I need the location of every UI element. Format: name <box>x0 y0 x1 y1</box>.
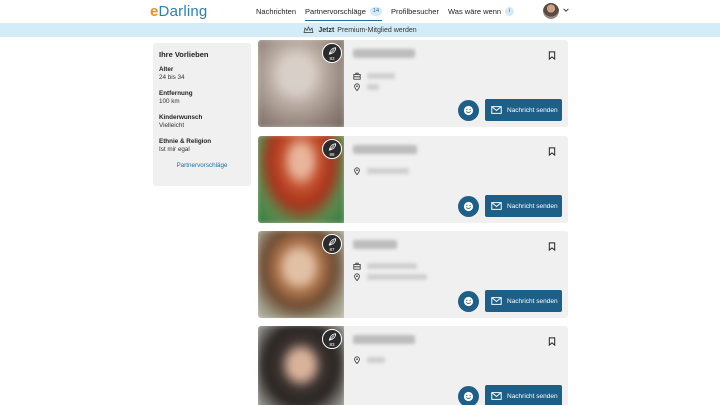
pref-label-children: Kinderwunsch <box>159 114 203 121</box>
envelope-icon <box>491 106 502 114</box>
send-message-button[interactable]: Nachricht senden <box>485 290 562 312</box>
edarling-logo[interactable]: eDarling <box>150 3 207 20</box>
bookmark-icon[interactable] <box>548 242 556 251</box>
leaf-icon <box>328 333 337 341</box>
send-smile-button[interactable] <box>458 291 479 312</box>
send-smile-button[interactable] <box>458 196 479 217</box>
send-message-button[interactable]: Nachricht senden <box>485 385 562 405</box>
send-smile-button[interactable] <box>458 386 479 405</box>
smiley-icon <box>463 391 474 402</box>
pref-label-age: Alter <box>159 66 174 73</box>
job-blurred <box>367 263 417 269</box>
match-score: 87 <box>322 234 342 254</box>
name-age-blurred <box>353 335 415 344</box>
leaf-icon <box>328 143 337 151</box>
pref-value-age: 24 bis 34 <box>159 74 185 81</box>
bookmark-icon[interactable] <box>548 147 556 156</box>
envelope-icon <box>491 392 502 400</box>
location-blurred <box>367 84 379 90</box>
location-blurred <box>367 357 385 363</box>
pref-label-distance: Entfernung <box>159 90 193 97</box>
info-badge: i <box>505 7 515 16</box>
location-pin-icon <box>354 167 360 175</box>
nav-partner-suggestions[interactable]: Partnervorschläge 14 <box>305 0 383 23</box>
location-blurred <box>367 168 409 174</box>
partner-suggestions-link[interactable]: Partnervorschläge <box>159 162 245 169</box>
smiley-icon <box>463 201 474 212</box>
premium-banner[interactable]: Jetzt Premium-Mitglied werden <box>0 23 720 37</box>
name-age-blurred <box>353 145 417 154</box>
location-pin-icon <box>354 356 360 364</box>
profile-card[interactable]: 88 Nachricht senden <box>258 136 568 223</box>
smiley-icon <box>463 296 474 307</box>
profile-card[interactable]: 83 Nachricht senden <box>258 40 568 127</box>
name-age-blurred <box>353 240 397 249</box>
briefcase-icon <box>353 262 361 270</box>
briefcase-icon <box>353 72 361 80</box>
send-message-button[interactable]: Nachricht senden <box>485 195 562 217</box>
location-pin-icon <box>354 273 360 281</box>
smiley-icon <box>463 105 474 116</box>
user-avatar[interactable] <box>543 3 559 19</box>
pref-label-ethnicity: Ethnie & Religion <box>159 138 212 145</box>
envelope-icon <box>491 297 502 305</box>
profile-card[interactable]: 83 Nachricht senden <box>258 326 568 405</box>
send-smile-button[interactable] <box>458 100 479 121</box>
bookmark-icon[interactable] <box>548 337 556 346</box>
pref-value-distance: 100 km <box>159 98 180 105</box>
envelope-icon <box>491 202 502 210</box>
send-message-button[interactable]: Nachricht senden <box>485 99 562 121</box>
location-blurred <box>367 274 427 280</box>
crown-icon <box>303 26 314 33</box>
suggestions-count-badge: 14 <box>369 7 383 16</box>
leaf-icon <box>328 47 337 55</box>
preferences-panel: Ihre Vorlieben Alter 24 bis 34 Entfernun… <box>153 43 251 186</box>
pref-value-ethnicity: Ist mir egal <box>159 146 190 153</box>
nav-what-if[interactable]: Was wäre wenn i <box>448 0 515 23</box>
job-blurred <box>367 73 395 79</box>
main-nav: Nachrichten Partnervorschläge 14 Profilbe… <box>256 0 523 23</box>
leaf-icon <box>328 238 337 246</box>
match-score: 88 <box>322 139 342 159</box>
preferences-title: Ihre Vorlieben <box>159 50 209 59</box>
top-header: eDarling Nachrichten Partnervorschläge 14… <box>0 0 720 23</box>
pref-value-children: Vielleicht <box>159 122 185 129</box>
nav-profile-visitors[interactable]: Profilbesucher <box>391 0 439 23</box>
nav-messages[interactable]: Nachrichten <box>256 0 296 23</box>
name-age-blurred <box>353 49 415 58</box>
bookmark-icon[interactable] <box>548 51 556 60</box>
profile-card[interactable]: 87 Nachricht senden <box>258 231 568 318</box>
match-score: 83 <box>322 329 342 349</box>
location-pin-icon <box>354 83 360 91</box>
chevron-down-icon[interactable] <box>563 7 569 13</box>
match-score: 83 <box>322 43 342 63</box>
